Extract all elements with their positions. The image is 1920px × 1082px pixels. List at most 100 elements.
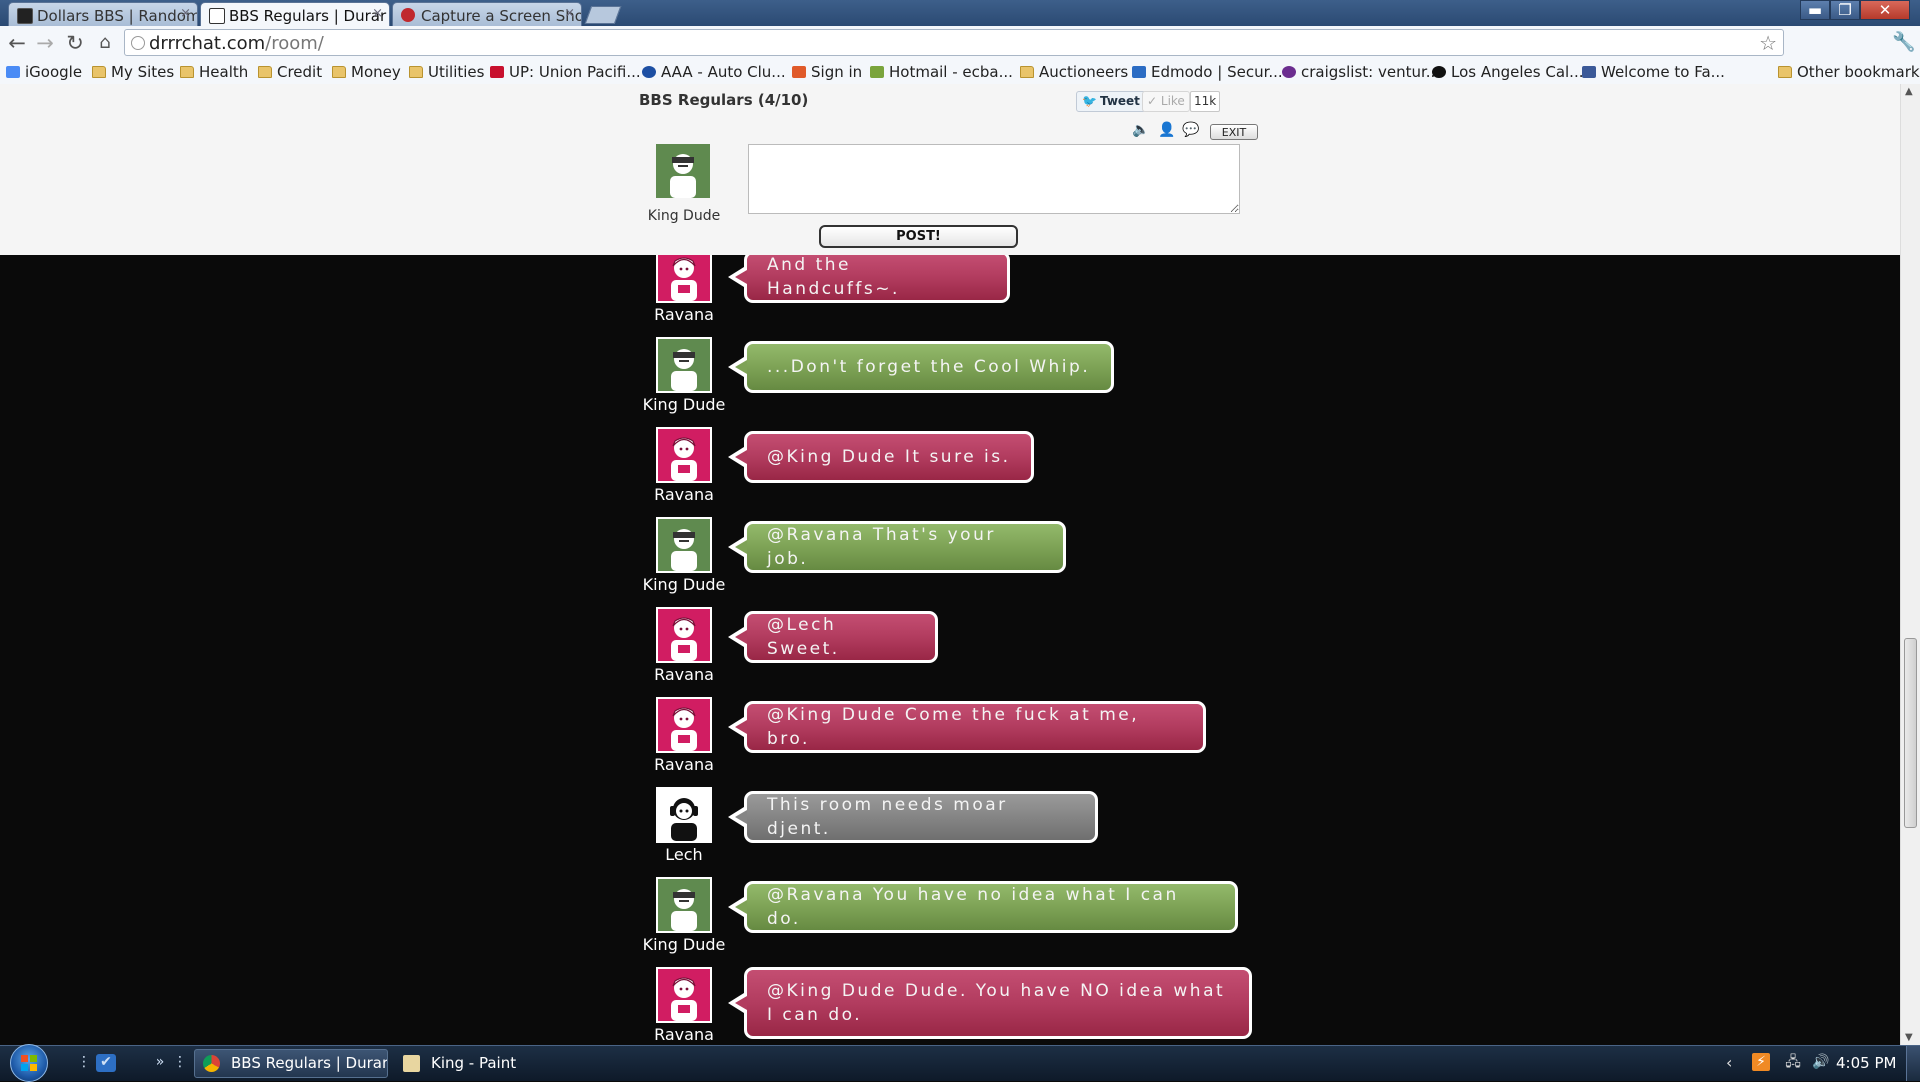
volume-icon[interactable]: 🔊 [1812,1053,1830,1071]
wrench-icon[interactable]: 🔧 [1892,30,1916,53]
page-scrollbar[interactable]: ▲ ▼ [1900,84,1920,1045]
message-bubble: And the Handcuffs~. [728,255,1010,303]
network-icon[interactable]: 🖧 [1784,1053,1802,1071]
chat-message: Ravana @King Dude Dude. You have NO idea … [0,967,1900,1045]
start-button[interactable] [10,1044,48,1082]
ravana-avatar-icon [658,255,710,301]
message-username: King Dude [642,395,726,414]
close-tab-icon[interactable]: × [372,6,383,21]
message-bubble: @Ravana That's your job. [728,521,1066,573]
taskbar-grip-icon: ⋮ [173,1054,187,1070]
message-text: @Ravana That's your job. [767,525,996,569]
like-count: 11k [1190,91,1221,112]
scroll-up-arrow-icon[interactable]: ▲ [1905,86,1913,97]
close-tab-icon[interactable]: × [564,6,575,21]
folder-icon [92,66,106,78]
message-text: ...Don't forget the Cool Whip. [767,357,1091,377]
show-desktop-button[interactable] [1906,1046,1920,1081]
message-username: King Dude [642,575,726,594]
drrr-favicon [209,8,225,24]
user-icon[interactable]: 👤 [1158,122,1176,138]
speech-bubble-icon[interactable]: 💬 [1182,122,1200,138]
quick-launch-check-icon[interactable]: ✔ [96,1054,116,1072]
ravana-avatar-icon [658,609,710,661]
message-bubble: @Ravana You have no idea what I can do. [728,881,1238,933]
tweet-button[interactable]: 🐦 Tweet [1076,91,1146,112]
bookmark-my-sites[interactable]: My Sites [92,63,174,81]
quick-launch-grip-icon: ⋮ [77,1054,91,1070]
tab-bbs-regulars[interactable]: BBS Regulars | Durar × [200,2,390,26]
peace-icon [1282,66,1296,78]
msn-icon [792,66,806,78]
tray-expand-icon[interactable]: ‹ [1726,1053,1732,1072]
home-icon[interactable]: ⌂ [92,30,118,56]
bookmark-aaa[interactable]: AAA - Auto Clu... [642,63,786,81]
taskbar-paint-task[interactable]: King - Paint [394,1049,588,1078]
chat-message: Ravana @King Dude Come the fuck at me, br… [0,697,1900,789]
star-icon[interactable]: ☆ [1759,31,1777,55]
bookmark-union-pacific[interactable]: UP: Union Pacifi... [490,63,641,81]
bookmark-facebook[interactable]: Welcome to Fa... [1582,63,1725,81]
avatar [656,337,712,393]
bookmark-sign-in[interactable]: Sign in [792,63,862,81]
chat-message: King Dude @Ravana That's your job. [0,517,1900,609]
page-info-icon [131,36,145,50]
bookmark-other[interactable]: Other bookmarks [1778,63,1920,81]
folder-icon [180,66,194,78]
close-window-button[interactable]: ✕ [1860,0,1910,20]
bookmark-money[interactable]: Money [332,63,401,81]
avatar [656,427,712,483]
tab-capture-screenshot[interactable]: Capture a Screen Sho × [392,2,582,26]
folder-icon [1020,66,1034,78]
aaa-icon [642,66,656,78]
browser-toolbar: ← → ↻ ⌂ drrrchat.com/room/ ☆ [0,26,1920,61]
la-icon [1432,66,1446,78]
message-text: @Ravana You have no idea what I can do. [767,885,1179,929]
bookmark-hotmail[interactable]: Hotmail - ecba... [870,63,1013,81]
address-bar[interactable]: drrrchat.com/room/ ☆ [124,29,1784,56]
bookmark-credit[interactable]: Credit [258,63,322,81]
king-dude-avatar-icon [658,879,710,931]
bookmark-edmodo[interactable]: Edmodo | Secur... [1132,63,1283,81]
folder-icon [332,66,346,78]
speaker-icon[interactable]: 🔈 [1132,122,1150,138]
reload-icon[interactable]: ↻ [62,30,88,56]
new-tab-button[interactable] [584,6,622,24]
message-text: @King Dude It sure is. [767,447,1011,467]
bookmark-utilities[interactable]: Utilities [409,63,484,81]
close-tab-icon[interactable]: × [180,6,191,21]
tab-dollars-bbs[interactable]: Dollars BBS | Random × [8,2,198,26]
exit-button[interactable]: EXIT [1210,124,1258,140]
update-tray-icon[interactable]: ⚡ [1752,1053,1770,1071]
capture-favicon [401,8,415,22]
bookmark-auctioneers[interactable]: Auctioneers [1020,63,1128,81]
forward-arrow-icon[interactable]: → [32,30,58,56]
scroll-down-arrow-icon[interactable]: ▼ [1905,1032,1913,1043]
message-text: @Lech Sweet. [767,615,840,659]
quick-launch-overflow-icon[interactable]: » [150,1054,170,1072]
message-username: Lech [665,845,703,864]
igoogle-icon [6,66,20,78]
like-button[interactable]: ✓ Like [1142,91,1190,112]
bookmark-craigslist[interactable]: craigslist: ventur... [1282,63,1440,81]
folder-icon [409,66,423,78]
avatar [656,517,712,573]
message-input[interactable] [748,144,1240,214]
edmodo-icon [1132,66,1146,78]
message-username: King Dude [642,935,726,954]
bookmark-igoogle[interactable]: iGoogle [6,63,82,81]
clock[interactable]: 4:05 PM [1836,1054,1896,1072]
dollars-favicon [17,8,33,24]
scroll-thumb[interactable] [1904,638,1917,828]
avatar [656,787,712,843]
tab-label: Dollars BBS | Random [37,7,198,25]
taskbar-chrome-task[interactable]: BBS Regulars | Durar... [194,1049,388,1078]
post-button[interactable]: POST! [819,225,1018,248]
back-arrow-icon[interactable]: ← [4,30,30,56]
bookmark-health[interactable]: Health [180,63,248,81]
minimize-button[interactable]: ▬ [1800,0,1830,20]
bookmark-los-angeles[interactable]: Los Angeles Cal... [1432,63,1584,81]
windows-flag-icon [21,1055,37,1071]
hotmail-icon [870,66,884,78]
restore-button[interactable]: ❐ [1830,0,1860,20]
